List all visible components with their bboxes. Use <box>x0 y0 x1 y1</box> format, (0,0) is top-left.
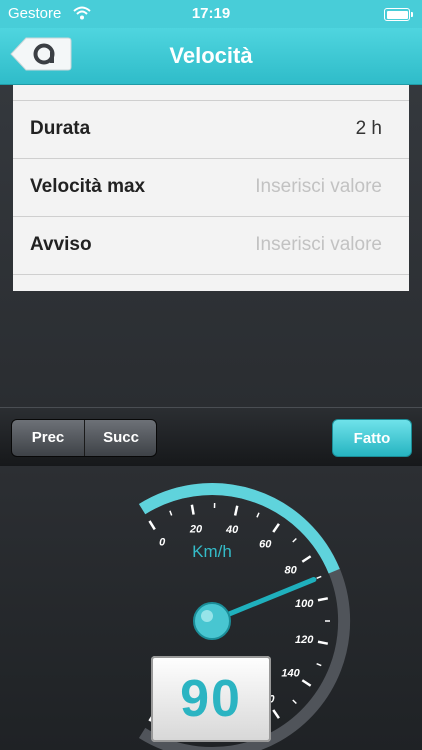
row-label: Velocità max <box>30 176 146 197</box>
gauge-tick <box>233 505 239 516</box>
row-divider <box>13 274 409 291</box>
row-value-placeholder[interactable]: Inserisci valore <box>255 176 382 198</box>
settings-area: Durata 2 h Velocità max Inserisci valore… <box>0 85 422 407</box>
prev-button[interactable]: Prec <box>12 420 85 456</box>
row-durata[interactable]: Durata 2 h <box>13 100 409 156</box>
page-title: Velocità <box>169 43 253 68</box>
status-time: 17:19 <box>191 5 231 22</box>
speed-readout: 90 <box>151 656 271 742</box>
gauge-tick <box>256 512 260 518</box>
gauge-tick <box>272 523 280 533</box>
gauge-tick-label: 120 <box>295 634 314 646</box>
gauge-tick <box>316 662 322 667</box>
gauge-hub <box>193 602 231 640</box>
gauge-tick-label: 20 <box>189 523 203 535</box>
next-button[interactable]: Succ <box>85 420 156 456</box>
settings-table: Durata 2 h Velocità max Inserisci valore… <box>13 85 409 291</box>
gauge-tick-label: 60 <box>259 539 272 551</box>
nav-bar: Velocità <box>0 28 422 85</box>
gauge-tick-label: 140 <box>281 668 300 680</box>
row-value-placeholder[interactable]: Inserisci valore <box>255 234 382 256</box>
gauge-tick-label: 0 <box>159 536 166 548</box>
input-toolbar: Prec Succ Fatto <box>0 407 422 467</box>
gauge-tick <box>301 555 312 563</box>
gauge-tick <box>317 597 329 602</box>
battery-icon <box>384 8 413 21</box>
gauge-tick <box>190 504 195 515</box>
row-velocita-max[interactable]: Velocità max Inserisci valore <box>13 158 409 214</box>
gauge-tick-label: 80 <box>284 564 297 576</box>
row-avviso[interactable]: Avviso Inserisci valore <box>13 216 409 272</box>
gauge-tick <box>169 510 173 516</box>
prev-next-control: Prec Succ <box>11 419 157 457</box>
gauge-tick <box>272 709 280 719</box>
gauge-tick <box>317 640 329 645</box>
status-bar: Gestore 17:19 <box>0 0 422 28</box>
gauge-tick <box>148 520 156 531</box>
gauge-tick <box>292 537 297 543</box>
gauge-tick <box>316 575 322 580</box>
speed-picker[interactable]: 020406080100120140160180200220 Km/h 90 <box>0 466 422 750</box>
gauge-hub-highlight <box>201 610 213 622</box>
row-label: Avviso <box>30 234 92 255</box>
row-value: 2 h <box>355 118 382 139</box>
gauge-tick <box>301 679 312 687</box>
done-button[interactable]: Fatto <box>332 419 412 457</box>
gauge-tick-label: 40 <box>225 524 239 536</box>
row-label: Durata <box>30 118 91 139</box>
gauge-tick-label: 100 <box>295 598 314 610</box>
gauge-unit-label: Km/h <box>192 542 232 561</box>
gauge-tick <box>292 699 297 705</box>
